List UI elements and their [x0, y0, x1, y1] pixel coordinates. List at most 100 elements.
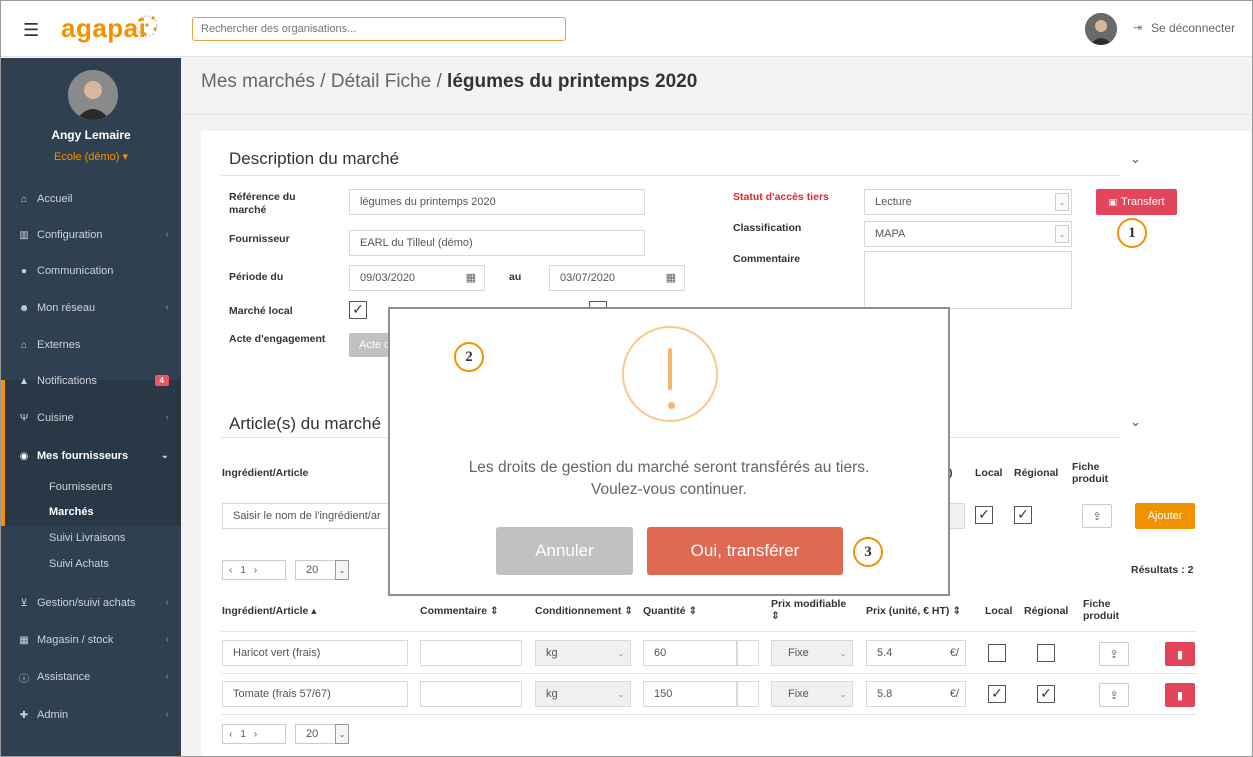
ingredient-search-input[interactable]: Saisir le nom de l'ingrédient/ar — [222, 503, 402, 529]
price-field[interactable] — [949, 503, 965, 529]
row-regional-checkbox[interactable] — [1037, 644, 1055, 662]
sidebar-item-cuisine[interactable]: Ψ Cuisine ‹ — [1, 400, 181, 436]
col-regional: Régional — [1024, 605, 1069, 617]
row-comment-field[interactable] — [420, 640, 522, 666]
row-packaging-select[interactable]: kg ⌄ — [535, 681, 631, 707]
comments-icon: ● — [20, 265, 28, 277]
chevron-down-icon[interactable]: ⌄ — [1130, 151, 1141, 167]
period-from-field[interactable]: 09/03/2020 ▦ — [349, 265, 485, 291]
sidebar-subitem-marches[interactable]: Marchés — [49, 506, 94, 518]
page-size-select[interactable]: 20 ⌄ — [295, 560, 349, 580]
sidebar-item-accueil[interactable]: ⌂ Accueil — [1, 181, 181, 217]
chevron-down-icon[interactable]: ⌄ — [1130, 414, 1141, 430]
sidebar-item-mon-reseau[interactable]: ☻ Mon réseau ‹ — [1, 290, 181, 326]
warning-icon — [622, 326, 718, 422]
col-quantity[interactable]: Quantité ⇕ — [643, 605, 697, 617]
col-comment[interactable]: Commentaire ⇕ — [420, 605, 499, 617]
local-market-checkbox[interactable]: ✓ — [349, 301, 367, 319]
col-ingredient[interactable]: Ingrédient/Article ▴ — [222, 605, 317, 617]
row-ingredient-field[interactable]: Tomate (frais 57/67) — [222, 681, 408, 707]
row-regional-checkbox[interactable]: ✓ — [1037, 685, 1055, 703]
access-status-select[interactable]: Lecture ⌄ — [864, 189, 1072, 215]
sidebar-item-notifications[interactable]: ▲ Notifications 4 — [1, 363, 181, 399]
breadcrumb-detail-fiche[interactable]: Détail Fiche — [331, 71, 431, 92]
chevron-left-icon: ‹ — [165, 709, 169, 720]
add-button[interactable]: Ajouter — [1135, 503, 1195, 529]
sidebar-item-mes-fournisseurs[interactable]: ◉ Mes fournisseurs ⌄ — [1, 438, 181, 474]
page-size-select[interactable]: 20 ⌄ — [295, 724, 349, 744]
avatar[interactable] — [1085, 13, 1117, 45]
user-role-dropdown[interactable]: Ecole (démo) ▾ — [1, 150, 181, 163]
access-status-label: Statut d'accès tiers — [733, 191, 829, 203]
supplier-field[interactable]: EARL du Tilleul (démo) — [349, 230, 645, 256]
col-packaging[interactable]: Conditionnement ⇕ — [535, 605, 633, 617]
row-price-mod-select[interactable]: Fixe ⌄ — [771, 640, 853, 666]
row-comment-field[interactable] — [420, 681, 522, 707]
sidebar-item-admin[interactable]: ✚ Admin ‹ — [1, 697, 181, 733]
row-quantity-field[interactable]: 60 — [643, 640, 737, 666]
local-market-label: Marché local — [229, 305, 293, 317]
upload-icon[interactable]: ⇪ — [1099, 642, 1129, 666]
row-price-field[interactable]: 5.4 €/ — [866, 640, 966, 666]
profile: Angy Lemaire Ecole (démo) ▾ — [1, 58, 181, 178]
sidebar-item-communication[interactable]: ● Communication — [1, 253, 181, 289]
sidebar-item-magasin-stock[interactable]: ▦ Magasin / stock ‹ — [1, 622, 181, 658]
row-quantity-field[interactable]: 150 — [643, 681, 737, 707]
row-local-checkbox[interactable] — [988, 644, 1006, 662]
chevron-down-icon: ⌄ — [335, 560, 349, 580]
avatar[interactable] — [68, 70, 118, 120]
sidebar-item-configuration[interactable]: ▥ Configuration ‹ — [1, 217, 181, 253]
prev-page-button[interactable]: ‹ — [229, 565, 232, 576]
transfer-button[interactable]: ▣ Transfert — [1096, 189, 1177, 215]
row-ingredient-field[interactable]: Haricot vert (frais) — [222, 640, 408, 666]
col-local: Local — [985, 605, 1013, 617]
breadcrumb-mes-marches[interactable]: Mes marchés — [201, 71, 315, 92]
comment-textarea[interactable] — [864, 251, 1072, 309]
logout-link[interactable]: Se déconnecter — [1151, 21, 1235, 35]
period-label: Période du — [229, 271, 284, 283]
upload-icon[interactable]: ⇪ — [1082, 504, 1112, 528]
pagination[interactable]: ‹ 1 › — [222, 560, 286, 580]
confirm-transfer-button[interactable]: Oui, transférer — [647, 527, 843, 575]
divider — [221, 631, 1196, 632]
sidebar-subitem-suivi-achats[interactable]: Suivi Achats — [49, 558, 109, 570]
classification-select[interactable]: MAPA ⌄ — [864, 221, 1072, 247]
next-page-button[interactable]: › — [254, 729, 257, 740]
calendar-icon[interactable]: ▦ — [666, 271, 676, 284]
reference-field[interactable]: légumes du printemps 2020 — [349, 189, 645, 215]
pagination[interactable]: ‹ 1 › — [222, 724, 286, 744]
sidebar-item-assistance[interactable]: ⓘ Assistance ‹ — [1, 659, 181, 695]
period-to-field[interactable]: 03/07/2020 ▦ — [549, 265, 685, 291]
trash-icon[interactable]: ▮ — [1165, 683, 1195, 707]
col-price[interactable]: Prix (unité, € HT) ⇕ — [866, 605, 961, 617]
row-price-mod-select[interactable]: Fixe ⌄ — [771, 681, 853, 707]
chevron-down-icon: ⌄ — [839, 689, 847, 699]
logout-icon[interactable]: ⇥ — [1133, 21, 1142, 34]
callout-3: 3 — [853, 537, 883, 567]
sidebar-item-gestion-achats[interactable]: ⊻ Gestion/suivi achats ‹ — [1, 585, 181, 621]
prev-page-button[interactable]: ‹ — [229, 729, 232, 740]
commitment-act-button[interactable]: Acte d — [349, 333, 393, 357]
sidebar-subitem-suivi-livraisons[interactable]: Suivi Livraisons — [49, 532, 125, 544]
calendar-icon[interactable]: ▦ — [466, 271, 476, 284]
breadcrumb-current: légumes du printemps 2020 — [447, 71, 698, 92]
share-icon: ▣ — [1108, 196, 1117, 207]
search-input[interactable] — [192, 17, 566, 41]
sidebar-item-externes[interactable]: ⌂ Externes — [1, 327, 181, 363]
add-regional-checkbox[interactable]: ✓ — [1014, 506, 1032, 524]
chevron-left-icon: ‹ — [165, 671, 169, 682]
row-packaging-select[interactable]: kg ⌄ — [535, 640, 631, 666]
row-price-field[interactable]: 5.8 €/ — [866, 681, 966, 707]
user-name: Angy Lemaire — [51, 128, 131, 142]
cancel-button[interactable]: Annuler — [496, 527, 633, 575]
hamburger-icon[interactable]: ☰ — [23, 21, 39, 39]
description-section-title: Description du marché — [229, 149, 400, 168]
trash-icon[interactable]: ▮ — [1165, 642, 1195, 666]
next-page-button[interactable]: › — [254, 565, 257, 576]
add-local-checkbox[interactable]: ✓ — [975, 506, 993, 524]
home-icon: ⌂ — [20, 193, 28, 205]
row-local-checkbox[interactable]: ✓ — [988, 685, 1006, 703]
col-price-modifiable[interactable]: Prix modifiable ⇕ — [771, 598, 849, 622]
sidebar-subitem-fournisseurs[interactable]: Fournisseurs — [49, 481, 113, 493]
upload-icon[interactable]: ⇪ — [1099, 683, 1129, 707]
